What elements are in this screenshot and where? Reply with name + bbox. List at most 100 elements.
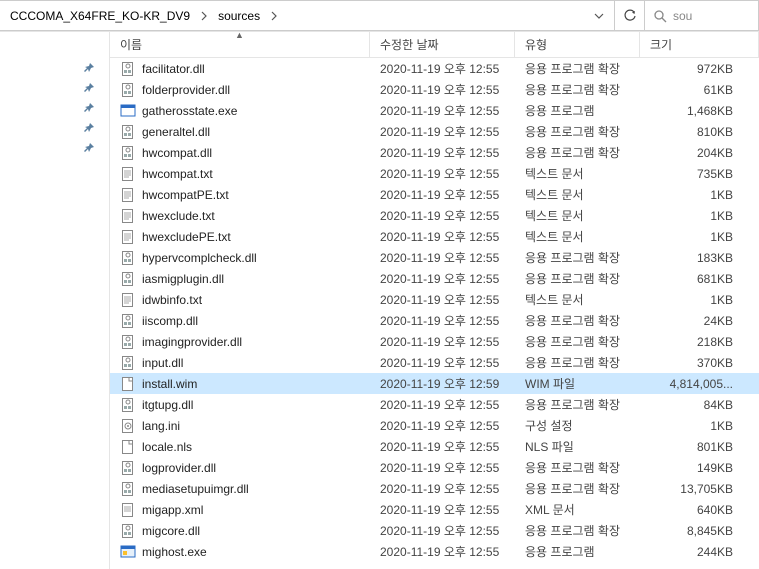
file-date: 2020-11-19 오후 12:55 bbox=[370, 249, 515, 266]
table-row[interactable]: hypervcomplcheck.dll2020-11-19 오후 12:55응… bbox=[110, 247, 759, 268]
table-row[interactable]: install.wim2020-11-19 오후 12:59WIM 파일4,81… bbox=[110, 373, 759, 394]
file-type: 응용 프로그램 확장 bbox=[515, 270, 640, 287]
file-icon bbox=[120, 124, 136, 140]
file-size: 61KB bbox=[640, 83, 759, 97]
file-type: 응용 프로그램 확장 bbox=[515, 81, 640, 98]
file-type: 텍스트 문서 bbox=[515, 207, 640, 224]
table-row[interactable]: imagingprovider.dll2020-11-19 오후 12:55응용… bbox=[110, 331, 759, 352]
file-icon bbox=[120, 523, 136, 539]
file-name: iiscomp.dll bbox=[142, 314, 198, 328]
table-row[interactable]: gatherosstate.exe 2020-11-19 오후 12:55응용 프… bbox=[110, 100, 759, 121]
table-row[interactable]: hwexclude.txt2020-11-19 오후 12:55텍스트 문서1K… bbox=[110, 205, 759, 226]
file-size: 1KB bbox=[640, 230, 759, 244]
quick-access-pin[interactable] bbox=[0, 118, 109, 138]
quick-access-pin[interactable] bbox=[0, 58, 109, 78]
table-row[interactable]: mediasetupuimgr.dll2020-11-19 오후 12:55응용… bbox=[110, 478, 759, 499]
file-icon bbox=[120, 313, 136, 329]
breadcrumb-dropdown[interactable] bbox=[588, 1, 610, 30]
file-icon bbox=[120, 292, 136, 308]
file-icon bbox=[120, 229, 136, 245]
file-date: 2020-11-19 오후 12:55 bbox=[370, 396, 515, 413]
file-size: 84KB bbox=[640, 398, 759, 412]
file-type: 응용 프로그램 확장 bbox=[515, 144, 640, 161]
file-icon bbox=[120, 334, 136, 350]
pin-icon bbox=[83, 142, 95, 154]
file-date: 2020-11-19 오후 12:55 bbox=[370, 60, 515, 77]
file-name: itgtupg.dll bbox=[142, 398, 193, 412]
table-row[interactable]: folderprovider.dll2020-11-19 오후 12:55응용 … bbox=[110, 79, 759, 100]
file-name: hypervcomplcheck.dll bbox=[142, 251, 257, 265]
pin-icon bbox=[83, 102, 95, 114]
file-size: 8,845KB bbox=[640, 524, 759, 538]
address-bar: CCCOMA_X64FRE_KO-KR_DV9 sources sou bbox=[0, 0, 759, 32]
column-header-size[interactable]: 크기 bbox=[640, 32, 759, 57]
table-row[interactable]: migcore.dll2020-11-19 오후 12:55응용 프로그램 확장… bbox=[110, 520, 759, 541]
file-icon bbox=[120, 103, 136, 119]
table-row[interactable]: itgtupg.dll 2020-11-19 오후 12:55응용 프로그램 확장… bbox=[110, 394, 759, 415]
table-row[interactable]: hwcompat.dll2020-11-19 오후 12:55응용 프로그램 확… bbox=[110, 142, 759, 163]
file-date: 2020-11-19 오후 12:55 bbox=[370, 123, 515, 140]
file-type: 응용 프로그램 확장 bbox=[515, 60, 640, 77]
table-row[interactable]: mighost.exe2020-11-19 오후 12:55응용 프로그램244… bbox=[110, 541, 759, 562]
file-name: mediasetupuimgr.dll bbox=[142, 482, 249, 496]
table-row[interactable]: lang.ini2020-11-19 오후 12:55구성 설정1KB bbox=[110, 415, 759, 436]
chevron-right-icon[interactable] bbox=[266, 1, 282, 30]
file-name: mighost.exe bbox=[142, 545, 207, 559]
file-size: 4,814,005... bbox=[640, 377, 759, 391]
table-row[interactable]: locale.nls2020-11-19 오후 12:55NLS 파일801KB bbox=[110, 436, 759, 457]
table-row[interactable]: logprovider.dll2020-11-19 오후 12:55응용 프로그… bbox=[110, 457, 759, 478]
table-row[interactable]: input.dll2020-11-19 오후 12:55응용 프로그램 확장37… bbox=[110, 352, 759, 373]
file-name: locale.nls bbox=[142, 440, 192, 454]
search-input[interactable]: sou bbox=[645, 0, 759, 31]
column-headers: ▲ 이름 수정한 날짜 유형 크기 bbox=[110, 32, 759, 58]
file-size: 640KB bbox=[640, 503, 759, 517]
file-icon bbox=[120, 271, 136, 287]
file-name: lang.ini bbox=[142, 419, 180, 433]
file-size: 13,705KB bbox=[640, 482, 759, 496]
pin-icon bbox=[83, 122, 95, 134]
file-type: 응용 프로그램 bbox=[515, 102, 640, 119]
table-row[interactable]: iasmigplugin.dll2020-11-19 오후 12:55응용 프로… bbox=[110, 268, 759, 289]
file-icon bbox=[120, 61, 136, 77]
table-row[interactable]: idwbinfo.txt2020-11-19 오후 12:55텍스트 문서1KB bbox=[110, 289, 759, 310]
quick-access-pane bbox=[0, 32, 110, 569]
file-size: 1KB bbox=[640, 188, 759, 202]
search-placeholder: sou bbox=[673, 9, 692, 23]
file-size: 972KB bbox=[640, 62, 759, 76]
table-row[interactable]: hwcompat.txt2020-11-19 오후 12:55텍스트 문서735… bbox=[110, 163, 759, 184]
file-list-pane: ▲ 이름 수정한 날짜 유형 크기 facilitator.dll2020-11… bbox=[110, 32, 759, 569]
table-row[interactable]: iiscomp.dll2020-11-19 오후 12:55응용 프로그램 확장… bbox=[110, 310, 759, 331]
column-header-date[interactable]: 수정한 날짜 bbox=[370, 32, 515, 57]
breadcrumb-current[interactable]: sources bbox=[212, 1, 266, 30]
file-type: XML 문서 bbox=[515, 501, 640, 518]
breadcrumb[interactable]: CCCOMA_X64FRE_KO-KR_DV9 sources bbox=[0, 0, 615, 31]
table-row[interactable]: hwexcludePE.txt2020-11-19 오후 12:55텍스트 문서… bbox=[110, 226, 759, 247]
file-name: gatherosstate.exe bbox=[142, 104, 237, 118]
sort-ascending-icon: ▲ bbox=[235, 30, 244, 40]
file-type: 응용 프로그램 확장 bbox=[515, 396, 640, 413]
quick-access-pin[interactable] bbox=[0, 78, 109, 98]
file-icon bbox=[120, 460, 136, 476]
file-date: 2020-11-19 오후 12:55 bbox=[370, 291, 515, 308]
refresh-button[interactable] bbox=[615, 0, 645, 31]
table-row[interactable]: hwcompatPE.txt2020-11-19 오후 12:55텍스트 문서1… bbox=[110, 184, 759, 205]
file-date: 2020-11-19 오후 12:55 bbox=[370, 207, 515, 224]
file-date: 2020-11-19 오후 12:55 bbox=[370, 102, 515, 119]
quick-access-pin[interactable] bbox=[0, 98, 109, 118]
file-size: 24KB bbox=[640, 314, 759, 328]
column-header-name[interactable]: ▲ 이름 bbox=[110, 32, 370, 57]
file-icon bbox=[120, 502, 136, 518]
breadcrumb-parent[interactable]: CCCOMA_X64FRE_KO-KR_DV9 bbox=[4, 1, 196, 30]
table-row[interactable]: facilitator.dll2020-11-19 오후 12:55응용 프로그… bbox=[110, 58, 759, 79]
file-icon bbox=[120, 166, 136, 182]
quick-access-pin[interactable] bbox=[0, 138, 109, 158]
file-date: 2020-11-19 오후 12:55 bbox=[370, 333, 515, 350]
table-row[interactable]: generaltel.dll2020-11-19 오후 12:55응용 프로그램… bbox=[110, 121, 759, 142]
file-icon bbox=[120, 208, 136, 224]
chevron-right-icon[interactable] bbox=[196, 1, 212, 30]
file-size: 1KB bbox=[640, 209, 759, 223]
table-row[interactable]: migapp.xml2020-11-19 오후 12:55XML 문서640KB bbox=[110, 499, 759, 520]
file-date: 2020-11-19 오후 12:55 bbox=[370, 312, 515, 329]
file-date: 2020-11-19 오후 12:55 bbox=[370, 81, 515, 98]
column-header-type[interactable]: 유형 bbox=[515, 32, 640, 57]
